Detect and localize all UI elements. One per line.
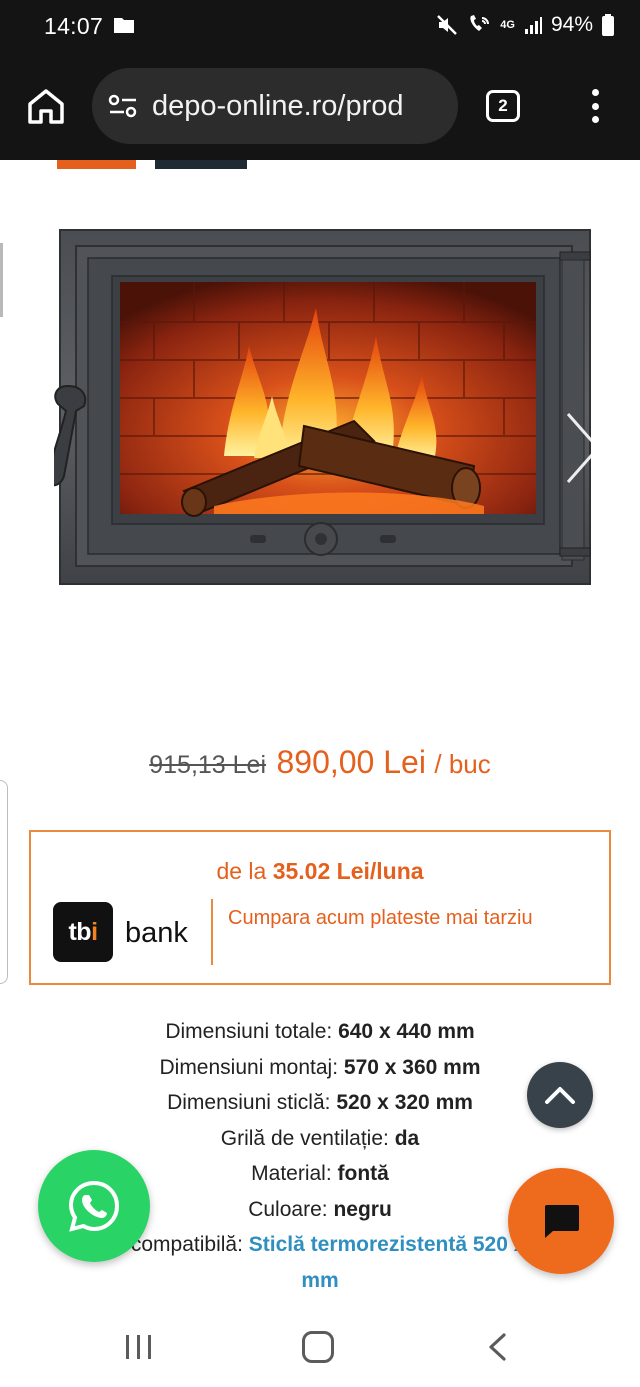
mute-icon [437, 15, 458, 35]
whatsapp-icon [68, 1180, 120, 1232]
more-menu-icon[interactable] [583, 86, 607, 126]
battery-icon [602, 14, 614, 36]
price-unit: / buc [434, 749, 491, 779]
browser-toolbar: depo-online.ro/prod 2 [0, 56, 640, 160]
chevron-up-icon [545, 1087, 575, 1104]
spec-row: Dimensiuni totale: 640 x 440 mm [165, 1020, 475, 1043]
status-bar: 14:07 4G 94% [0, 0, 640, 56]
tbi-logo-icon: tb i [53, 902, 113, 962]
gallery-prev-edge [0, 243, 3, 317]
wifi-calling-icon [470, 15, 490, 31]
installment-text: de la 35.02 Lei/luna [31, 858, 609, 885]
chat-bubble-icon [545, 1205, 579, 1238]
product-image[interactable] [54, 226, 594, 588]
url-text: depo-online.ro/prod [152, 89, 404, 122]
old-price: 915,13 Lei [149, 751, 267, 779]
network-type: 4G [500, 19, 515, 31]
tab-switcher-button[interactable]: 2 [486, 90, 520, 122]
signal-icon [524, 17, 542, 34]
scroll-to-top-button[interactable] [527, 1062, 593, 1128]
folder-icon [114, 18, 134, 33]
whatsapp-button[interactable] [38, 1150, 150, 1262]
back-icon[interactable] [486, 1332, 508, 1362]
system-nav-bar [0, 1305, 640, 1387]
recent-apps-icon[interactable] [124, 1333, 154, 1361]
installment-prefix: de la [216, 858, 267, 884]
nav-home-icon[interactable] [302, 1331, 334, 1363]
chevron-right-icon[interactable] [560, 410, 604, 486]
status-time: 14:07 [44, 13, 104, 39]
home-icon[interactable] [26, 86, 66, 126]
tab-indicator-active [57, 160, 136, 169]
live-chat-button[interactable] [508, 1168, 614, 1274]
site-settings-icon[interactable] [108, 94, 138, 118]
tbi-financing-box[interactable]: de la 35.02 Lei/luna tb i bank Cumpara ac… [29, 830, 611, 985]
address-bar[interactable]: depo-online.ro/prod [92, 68, 458, 144]
current-price: 890,00 Lei [276, 744, 426, 780]
price-row: 915,13 Lei 890,00 Lei / buc [0, 744, 640, 781]
installment-amount: 35.02 Lei/luna [272, 858, 424, 884]
tbi-bank-label: bank [125, 917, 188, 949]
tab-indicator [155, 160, 247, 169]
battery-percent: 94% [550, 13, 593, 36]
status-icons: 4G 94% [436, 13, 614, 37]
tbi-cta-link[interactable]: Cumpara acum plateste mai tarziu [228, 902, 548, 934]
side-drawer-tab[interactable] [0, 780, 8, 984]
tab-count: 2 [498, 96, 508, 115]
divider [211, 899, 213, 965]
